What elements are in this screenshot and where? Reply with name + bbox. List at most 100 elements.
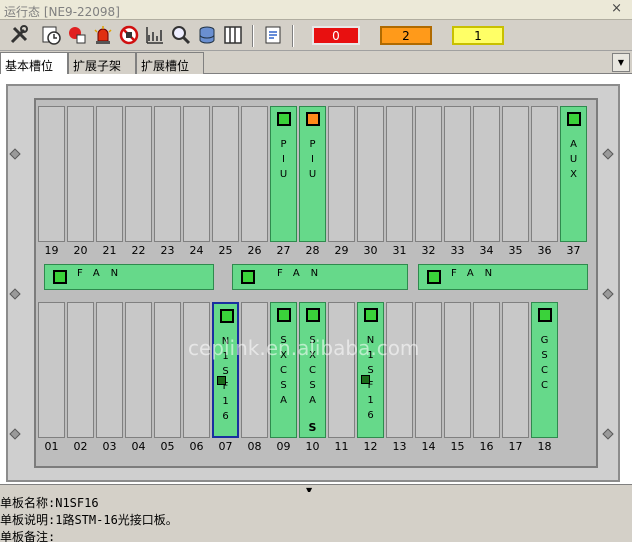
board-label-char: X (570, 169, 577, 180)
subrack: 19 20 21 22 23 24 25 26 27 28 29 30 31 32 33 34 35 36 37 P I… (34, 98, 598, 468)
slot-16[interactable] (473, 302, 500, 438)
board-label-char: G (540, 335, 549, 346)
slot-number: 05 (160, 440, 175, 453)
tab-extended-slots[interactable]: 扩展槽位 (136, 52, 204, 74)
slot-03[interactable] (96, 302, 123, 438)
slot-11[interactable] (328, 302, 355, 438)
slot-number: 21 (102, 244, 117, 257)
chip-icon (217, 376, 226, 385)
slot-20[interactable] (67, 106, 94, 242)
performance-chart-icon[interactable] (144, 24, 166, 46)
slot-05[interactable] (154, 302, 181, 438)
toolbar-separator (292, 25, 294, 47)
slot-number: 10 (305, 440, 320, 453)
slot-25[interactable] (212, 106, 239, 242)
slot-02[interactable] (67, 302, 94, 438)
screw-icon (9, 288, 21, 300)
watermark: ceplink.en.alibaba.com (188, 336, 420, 360)
slot-number: 35 (508, 244, 523, 257)
status-led-icon (241, 270, 255, 284)
board-slot-09[interactable]: SXCSA (270, 302, 297, 438)
slot-number: 32 (421, 244, 436, 257)
slot-number: 26 (247, 244, 262, 257)
slot-number: 18 (537, 440, 552, 453)
slot-number: 13 (392, 440, 407, 453)
alarm-browse-icon[interactable] (66, 24, 88, 46)
splitter[interactable]: ▼ (0, 484, 632, 495)
document-icon[interactable] (262, 24, 284, 46)
slot-30[interactable] (357, 106, 384, 242)
screw-icon (602, 428, 614, 440)
board-slot-18[interactable]: GSCC (531, 302, 558, 438)
fan-tray[interactable]: FAN (418, 264, 588, 290)
slot-15[interactable] (444, 302, 471, 438)
slot-number: 31 (392, 244, 407, 257)
slot-35[interactable] (502, 106, 529, 242)
slot-17[interactable] (502, 302, 529, 438)
slot-29[interactable] (328, 106, 355, 242)
status-led-icon (427, 270, 441, 284)
slot-32[interactable] (415, 106, 442, 242)
slot-number: 22 (131, 244, 146, 257)
tab-extended-subrack[interactable]: 扩展子架 (68, 52, 136, 74)
database-icon[interactable] (196, 24, 218, 46)
dropdown-glyph: ▼ (617, 58, 625, 67)
critical-alarm-count[interactable]: 0 (312, 26, 360, 45)
board-slot-07[interactable]: N1SF16 (212, 302, 239, 438)
board-slot-28[interactable]: PIU (299, 106, 326, 242)
slot-number: 14 (421, 440, 436, 453)
columns-icon[interactable] (222, 24, 244, 46)
major-alarm-count[interactable]: 2 (380, 26, 432, 45)
slot-08[interactable] (241, 302, 268, 438)
tools-icon[interactable] (8, 24, 30, 46)
board-label-char: S (309, 380, 316, 391)
slot-23[interactable] (154, 106, 181, 242)
screw-icon (9, 148, 21, 160)
toolbar-separator (252, 25, 254, 47)
close-icon[interactable]: × (611, 1, 622, 16)
fan-tray[interactable]: FAN (44, 264, 214, 290)
board-slot-37[interactable]: AUX (560, 106, 587, 242)
board-label-char: I (282, 154, 285, 165)
mute-icon[interactable] (118, 24, 140, 46)
slot-number: 17 (508, 440, 523, 453)
fan-tray[interactable]: FAN (232, 264, 408, 290)
status-led-icon (567, 112, 581, 126)
slot-04[interactable] (125, 302, 152, 438)
board-info-panel: 单板名称:N1SF16 单板说明:1路STM-16光接口板。 单板备注: (0, 492, 632, 542)
slot-26[interactable] (241, 106, 268, 242)
window-title: 运行态 [NE9-22098] (4, 5, 120, 19)
board-slot-12[interactable]: N1SF16 (357, 302, 384, 438)
slot-number: 29 (334, 244, 349, 257)
slot-13[interactable] (386, 302, 413, 438)
slot-24[interactable] (183, 106, 210, 242)
minor-alarm-count[interactable]: 1 (452, 26, 504, 45)
toolbar: 0 2 1 (0, 21, 632, 51)
chevron-down-icon[interactable]: ▼ (612, 53, 630, 72)
slot-33[interactable] (444, 106, 471, 242)
slot-number: 03 (102, 440, 117, 453)
slot-22[interactable] (125, 106, 152, 242)
slot-36[interactable] (531, 106, 558, 242)
tab-basic-slots[interactable]: 基本槽位 (0, 52, 68, 75)
slot-number: 23 (160, 244, 175, 257)
slot-34[interactable] (473, 106, 500, 242)
board-label-char: A (570, 139, 577, 150)
board-label-char: A (280, 395, 287, 406)
clock-icon[interactable] (40, 24, 62, 46)
board-label-char: S (280, 380, 287, 391)
board-slot-27[interactable]: PIU (270, 106, 297, 242)
siren-icon[interactable] (92, 24, 114, 46)
slot-number: 27 (276, 244, 291, 257)
slot-01[interactable] (38, 302, 65, 438)
slot-21[interactable] (96, 106, 123, 242)
search-icon[interactable] (170, 24, 192, 46)
board-slot-10[interactable]: SXCSAS (299, 302, 326, 438)
slot-31[interactable] (386, 106, 413, 242)
slot-06[interactable] (183, 302, 210, 438)
board-label-char: 6 (222, 411, 229, 422)
screw-icon (602, 288, 614, 300)
slot-19[interactable] (38, 106, 65, 242)
slot-number: 20 (73, 244, 88, 257)
slot-14[interactable] (415, 302, 442, 438)
